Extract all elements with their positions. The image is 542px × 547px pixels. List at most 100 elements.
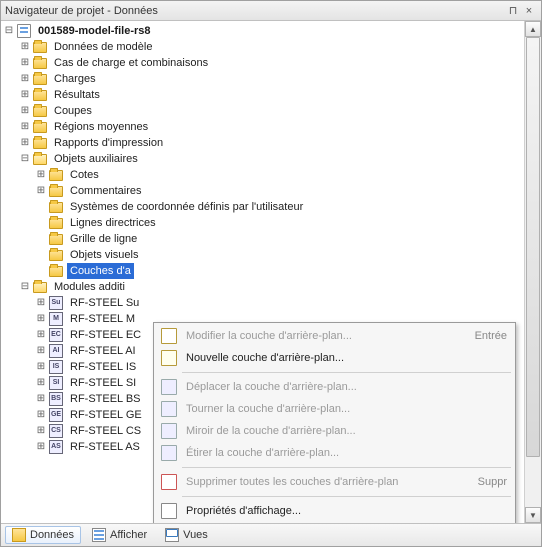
- tree-label: RF-STEEL SI: [67, 375, 139, 391]
- tree-folder-open[interactable]: ⊟ Objets auxiliaires: [3, 151, 541, 167]
- expand-icon[interactable]: ⊞: [19, 89, 31, 101]
- tree-label: Charges: [51, 71, 99, 87]
- tree-item[interactable]: Couches d'a: [3, 263, 541, 279]
- expand-icon[interactable]: ⊞: [35, 185, 47, 197]
- tree-item[interactable]: Lignes directrices: [3, 215, 541, 231]
- tree-label: RF-STEEL IS: [67, 359, 139, 375]
- mir-icon: [158, 423, 180, 439]
- panel-title: Navigateur de projet - Données: [5, 5, 505, 17]
- module-icon: EC: [48, 328, 64, 342]
- scroll-up-icon[interactable]: ▲: [525, 21, 541, 37]
- expand-icon[interactable]: ⊞: [35, 393, 47, 405]
- tree-folder[interactable]: ⊞Données de modèle: [3, 39, 541, 55]
- context-menu: Modifier la couche d'arrière-plan...Entr…: [153, 322, 516, 524]
- expand-icon[interactable]: ⊞: [35, 361, 47, 373]
- tree-label: Couches d'a: [67, 263, 134, 279]
- expand-icon[interactable]: ⊞: [19, 73, 31, 85]
- expand-icon[interactable]: ⊞: [35, 169, 47, 181]
- disp-icon: [92, 528, 106, 542]
- menu-item[interactable]: Nouvelle couche d'arrière-plan...: [156, 347, 513, 369]
- folder-icon: [32, 136, 48, 150]
- menu-item: Modifier la couche d'arrière-plan...Entr…: [156, 325, 513, 347]
- tree-label: Modules additi: [51, 279, 128, 295]
- menu-item[interactable]: Propriétés d'affichage...: [156, 500, 513, 522]
- prop-icon: [158, 503, 180, 519]
- menu-item: Supprimer toutes les couches d'arrière-p…: [156, 471, 513, 493]
- tree-module[interactable]: ⊞SuRF-STEEL Su: [3, 295, 541, 311]
- tab-vues[interactable]: Vues: [158, 526, 215, 544]
- tree-label: Commentaires: [67, 183, 145, 199]
- vertical-scrollbar[interactable]: ▲ ▼: [524, 21, 541, 523]
- tree-item[interactable]: Grille de ligne: [3, 231, 541, 247]
- tab-label: Vues: [183, 529, 208, 541]
- menu-label: Étirer la couche d'arrière-plan...: [180, 447, 507, 459]
- tab-données[interactable]: Données: [5, 526, 81, 544]
- tree-root[interactable]: ⊟001589-model-file-rs8: [3, 23, 541, 39]
- folder-icon: [48, 232, 64, 246]
- tab-label: Afficher: [110, 529, 147, 541]
- module-icon: Su: [48, 296, 64, 310]
- tree-folder-open[interactable]: ⊟ Modules additi: [3, 279, 541, 295]
- tree-item[interactable]: Systèmes de coordonnée définis par l'uti…: [3, 199, 541, 215]
- new-icon: [158, 350, 180, 366]
- tree-label: Objets visuels: [67, 247, 141, 263]
- collapse-icon[interactable]: ⊟: [3, 25, 15, 37]
- tree-item[interactable]: Objets visuels: [3, 247, 541, 263]
- folder-icon: [32, 88, 48, 102]
- tab-afficher[interactable]: Afficher: [85, 526, 154, 544]
- expand-icon[interactable]: ⊞: [19, 57, 31, 69]
- expand-icon[interactable]: ⊞: [35, 377, 47, 389]
- tree-folder[interactable]: ⊞ Coupes: [3, 103, 541, 119]
- tree-item[interactable]: ⊞ Cotes: [3, 167, 541, 183]
- expand-icon[interactable]: ⊞: [19, 105, 31, 117]
- tree-panel: ⊟001589-model-file-rs8⊞Données de modèle…: [1, 21, 541, 524]
- module-icon: CS: [48, 424, 64, 438]
- expand-icon[interactable]: ⊞: [35, 345, 47, 357]
- panel-titlebar: Navigateur de projet - Données ⊓ ×: [1, 1, 541, 21]
- scroll-thumb[interactable]: [526, 37, 540, 457]
- folder-icon: [32, 72, 48, 86]
- tree-folder[interactable]: ⊞Rapports d'impression: [3, 135, 541, 151]
- folder-open-icon: [32, 152, 48, 166]
- scroll-down-icon[interactable]: ▼: [525, 507, 541, 523]
- menu-item: Déplacer la couche d'arrière-plan...: [156, 376, 513, 398]
- expand-icon[interactable]: ⊞: [35, 329, 47, 341]
- scroll-track[interactable]: [525, 37, 541, 507]
- tree-label: Grille de ligne: [67, 231, 140, 247]
- view-icon: [165, 528, 179, 542]
- tree-label: Coupes: [51, 103, 95, 119]
- expand-icon[interactable]: ⊞: [35, 425, 47, 437]
- bottom-tabs: Données Afficher Vues: [1, 524, 541, 546]
- tab-label: Données: [30, 529, 74, 541]
- collapse-icon[interactable]: ⊟: [19, 153, 31, 165]
- expand-icon[interactable]: ⊞: [19, 121, 31, 133]
- tree-label: Objets auxiliaires: [51, 151, 141, 167]
- module-icon: SI: [48, 376, 64, 390]
- menu-label: Tourner la couche d'arrière-plan...: [180, 403, 507, 415]
- expand-icon[interactable]: ⊞: [19, 137, 31, 149]
- expand-icon[interactable]: ⊞: [35, 313, 47, 325]
- menu-separator: [182, 372, 511, 373]
- tree-folder[interactable]: ⊞Résultats: [3, 87, 541, 103]
- module-icon: BS: [48, 392, 64, 406]
- tree-item[interactable]: ⊞ Commentaires: [3, 183, 541, 199]
- menu-accel: Entrée: [467, 330, 507, 342]
- expand-icon[interactable]: ⊞: [35, 409, 47, 421]
- tree-folder[interactable]: ⊞Régions moyennes: [3, 119, 541, 135]
- folder-icon: [48, 200, 64, 214]
- menu-label: Supprimer toutes les couches d'arrière-p…: [180, 476, 470, 488]
- tree-label: RF-STEEL EC: [67, 327, 144, 343]
- menu-accel: Suppr: [470, 476, 507, 488]
- expand-icon[interactable]: ⊞: [35, 441, 47, 453]
- tree-folder[interactable]: ⊞ Charges: [3, 71, 541, 87]
- pin-icon[interactable]: ⊓: [505, 4, 521, 17]
- expand-icon[interactable]: ⊞: [35, 297, 47, 309]
- menu-label: Modifier la couche d'arrière-plan...: [180, 330, 467, 342]
- close-icon[interactable]: ×: [521, 5, 537, 17]
- expand-icon[interactable]: ⊞: [19, 41, 31, 53]
- tree-label: Cotes: [67, 167, 102, 183]
- module-icon: IS: [48, 360, 64, 374]
- tree-label: RF-STEEL BS: [67, 391, 144, 407]
- tree-folder[interactable]: ⊞Cas de charge et combinaisons: [3, 55, 541, 71]
- collapse-icon[interactable]: ⊟: [19, 281, 31, 293]
